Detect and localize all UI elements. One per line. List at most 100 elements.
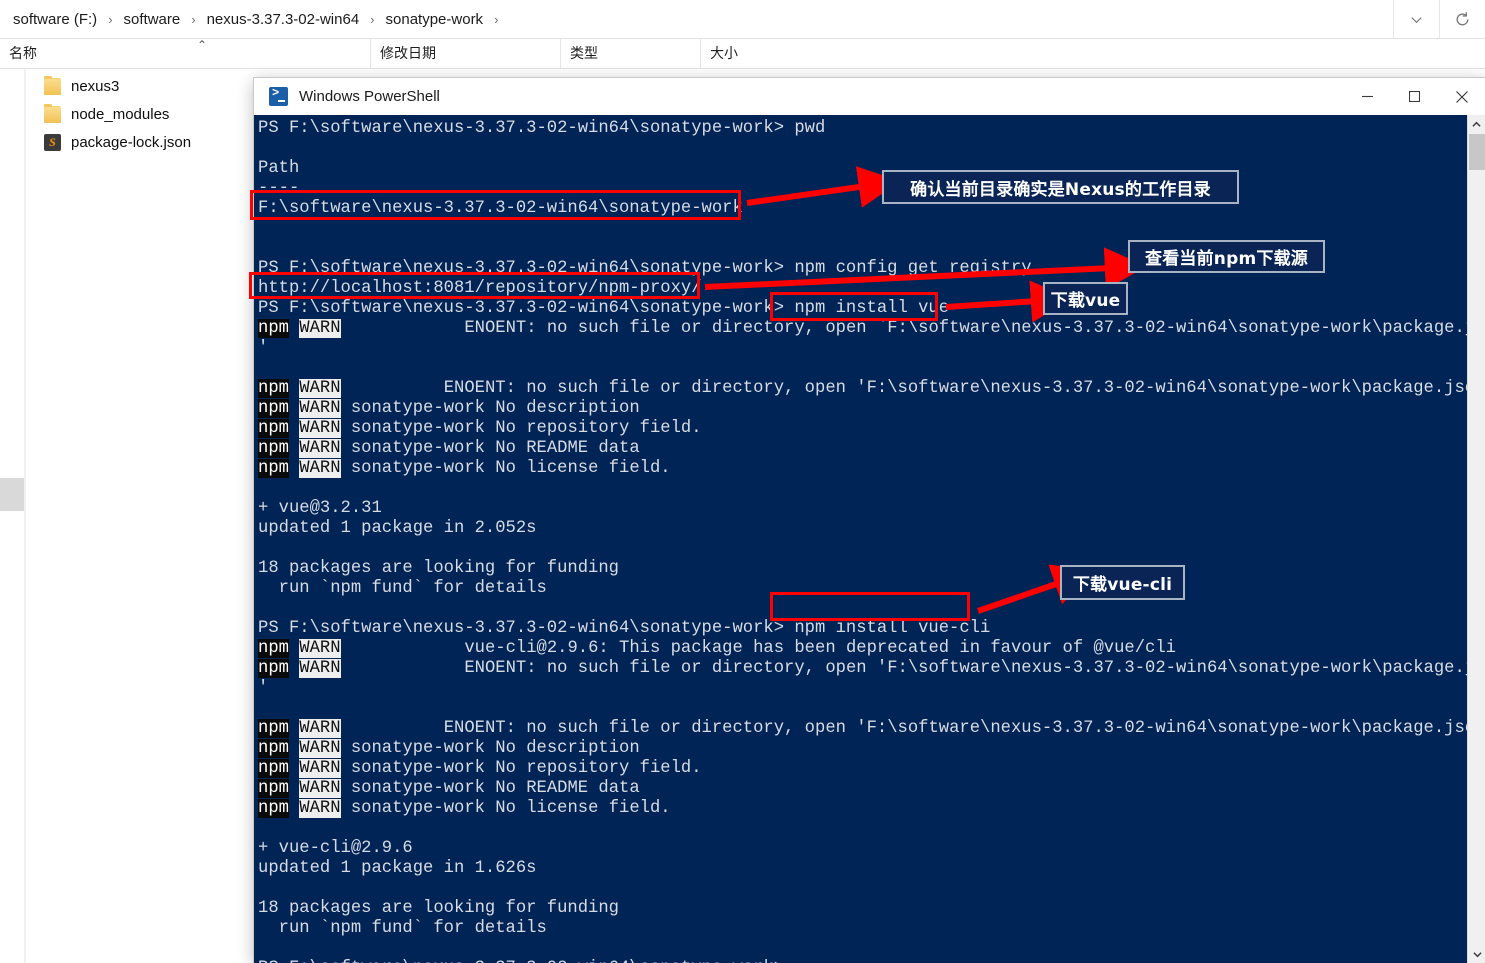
breadcrumb-item-3[interactable]: sonatype-work (382, 9, 488, 30)
console-line: npm WARN sonatype-work No repository fie… (258, 419, 702, 438)
console-line: npm WARN sonatype-work No description (258, 399, 640, 418)
maximize-button[interactable] (1391, 78, 1438, 115)
npm-tag: npm (258, 319, 289, 338)
screen: software (F:) › software › nexus-3.37.3-… (0, 0, 1485, 963)
sort-ascending-icon: ⌃ (197, 38, 208, 52)
list-item-label: nexus3 (71, 77, 120, 95)
warn-tag: WARN (299, 759, 341, 778)
console-line: ' (258, 679, 269, 698)
warn-tag: WARN (299, 659, 341, 678)
npm-tag: npm (258, 419, 289, 438)
console-text: PS F:\software\nexus-3.37.3-02-win64\son… (258, 119, 1485, 963)
console-line: npm WARN ENOENT: no such file or directo… (258, 659, 1485, 678)
column-header-name-label: 名称 (9, 45, 37, 61)
list-item[interactable]: nexus3 (0, 72, 250, 100)
console-line: PS F:\software\nexus-3.37.3-02-win64\son… (258, 299, 950, 318)
chevron-down-icon (1411, 16, 1422, 23)
console-line: 18 packages are looking for funding (258, 559, 619, 578)
breadcrumb-separator-icon: › (191, 11, 196, 27)
breadcrumb: software (F:) › software › nexus-3.37.3-… (0, 0, 505, 38)
console-line: run `npm fund` for details (258, 919, 547, 938)
breadcrumb-item-0[interactable]: software (F:) (9, 9, 101, 30)
breadcrumb-separator-icon: › (370, 11, 375, 27)
folder-icon (44, 75, 61, 95)
console-line: npm WARN ENOENT: no such file or directo… (258, 719, 1485, 738)
scroll-up-arrow-icon[interactable] (1468, 115, 1485, 133)
console-line: npm WARN sonatype-work No license field. (258, 799, 671, 818)
warn-tag: WARN (299, 779, 341, 798)
console-line: http://localhost:8081/repository/npm-pro… (258, 279, 702, 298)
warn-tag: WARN (299, 799, 341, 818)
minimize-button[interactable] (1344, 78, 1391, 115)
list-item-label: package-lock.json (71, 133, 192, 151)
folder-icon (44, 103, 61, 123)
npm-tag: npm (258, 759, 289, 778)
console-output-area[interactable]: PS F:\software\nexus-3.37.3-02-win64\son… (254, 115, 1485, 963)
warn-tag: WARN (299, 319, 341, 338)
history-dropdown-button[interactable] (1393, 0, 1439, 38)
npm-tag: npm (258, 399, 289, 418)
console-line: Path (258, 159, 300, 178)
warn-tag: WARN (299, 739, 341, 758)
left-gutter-block (0, 478, 24, 511)
warn-tag: WARN (299, 379, 341, 398)
list-item-label: node_modules (71, 105, 170, 123)
scroll-down-arrow-icon[interactable] (1468, 945, 1485, 963)
minimize-icon (1362, 95, 1373, 98)
file-list: nexus3 node_modules S package-lock.json (0, 72, 250, 156)
column-header-type[interactable]: 类型 (560, 38, 700, 68)
console-line: PS F:\software\nexus-3.37.3-02-win64\son… (258, 959, 1449, 963)
sublime-file-icon: S (44, 133, 61, 151)
console-line: npm WARN sonatype-work No license field. (258, 459, 671, 478)
console-line: PS F:\software\nexus-3.37.3-02-win64\son… (258, 259, 1032, 278)
console-scrollbar[interactable] (1467, 115, 1485, 963)
console-line: npm WARN sonatype-work No repository fie… (258, 759, 702, 778)
powershell-window: Windows PowerShell (254, 78, 1485, 963)
breadcrumb-item-1[interactable]: software (120, 9, 185, 30)
column-header-type-label: 类型 (570, 45, 598, 61)
console-line: updated 1 package in 2.052s (258, 519, 537, 538)
npm-tag: npm (258, 739, 289, 758)
console-line: updated 1 package in 1.626s (258, 859, 537, 878)
file-list-column-headers: 名称 ⌃ 修改日期 类型 大小 (0, 38, 1485, 69)
console-line: npm WARN ENOENT: no such file or directo… (258, 319, 1485, 338)
console-line: + vue-cli@2.9.6 (258, 839, 413, 858)
breadcrumb-separator-icon: › (108, 11, 113, 27)
console-line: PS F:\software\nexus-3.37.3-02-win64\son… (258, 619, 991, 638)
maximize-icon (1409, 91, 1420, 102)
npm-tag: npm (258, 719, 289, 738)
console-line: npm WARN sonatype-work No description (258, 739, 640, 758)
warn-tag: WARN (299, 459, 341, 478)
npm-tag: npm (258, 459, 289, 478)
column-header-date-label: 修改日期 (380, 45, 436, 61)
scrollbar-thumb[interactable] (1469, 134, 1485, 170)
powershell-title-bar[interactable]: Windows PowerShell (254, 78, 1485, 115)
column-header-date[interactable]: 修改日期 (370, 38, 560, 68)
list-item[interactable]: node_modules (0, 100, 250, 128)
refresh-button[interactable] (1439, 0, 1485, 38)
console-line: 18 packages are looking for funding (258, 899, 619, 918)
console-line: npm WARN ENOENT: no such file or directo… (258, 379, 1485, 398)
column-header-size[interactable]: 大小 (700, 38, 800, 68)
npm-tag: npm (258, 439, 289, 458)
column-header-name[interactable]: 名称 ⌃ (0, 38, 370, 68)
breadcrumb-item-2[interactable]: nexus-3.37.3-02-win64 (203, 9, 364, 30)
npm-tag: npm (258, 659, 289, 678)
console-line: run `npm fund` for details (258, 579, 547, 598)
console-line: ---- (258, 179, 300, 198)
console-line: npm WARN vue-cli@2.9.6: This package has… (258, 639, 1176, 658)
close-button[interactable] (1438, 78, 1485, 115)
warn-tag: WARN (299, 399, 341, 418)
list-item[interactable]: S package-lock.json (0, 128, 250, 156)
close-icon (1455, 90, 1468, 103)
console-line: PS F:\software\nexus-3.37.3-02-win64\son… (258, 119, 826, 138)
